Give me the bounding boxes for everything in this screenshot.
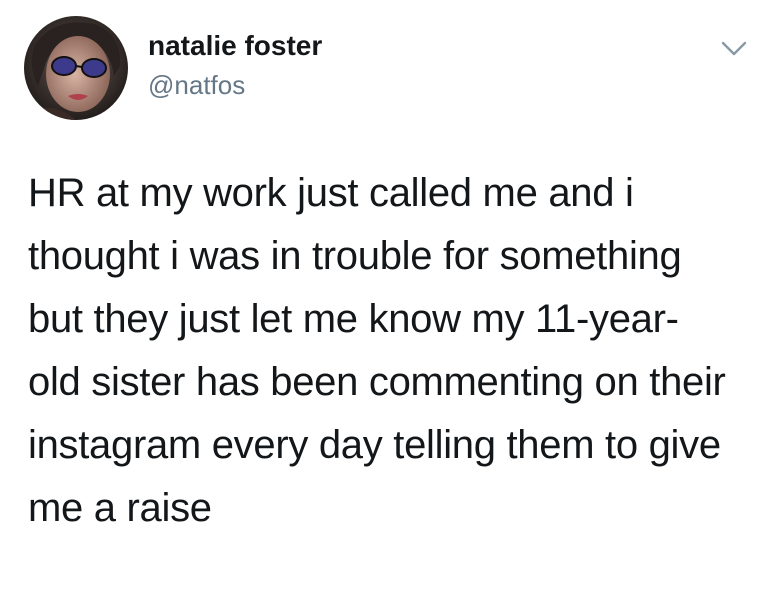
display-name[interactable]: natalie foster <box>148 30 322 62</box>
tweet-text-line: old sister has been commenting on their <box>28 360 726 404</box>
tweet-text-line: instagram every day telling them to give <box>28 423 721 467</box>
tweet-text: HR at my work just called me and i thoug… <box>28 162 748 540</box>
chevron-down-icon[interactable] <box>720 38 748 60</box>
avatar[interactable] <box>24 16 128 120</box>
tweet-card: natalie foster @natfos HR at my work jus… <box>0 0 768 610</box>
tweet-text-line: me a raise <box>28 486 212 530</box>
tweet-text-line: thought i was in trouble for something <box>28 234 682 278</box>
avatar-photo <box>24 16 128 120</box>
user-handle[interactable]: @natfos <box>148 70 245 101</box>
tweet-text-line: HR at my work just called me and i <box>28 171 634 215</box>
tweet-text-line: but they just let me know my 11-year- <box>28 297 679 341</box>
